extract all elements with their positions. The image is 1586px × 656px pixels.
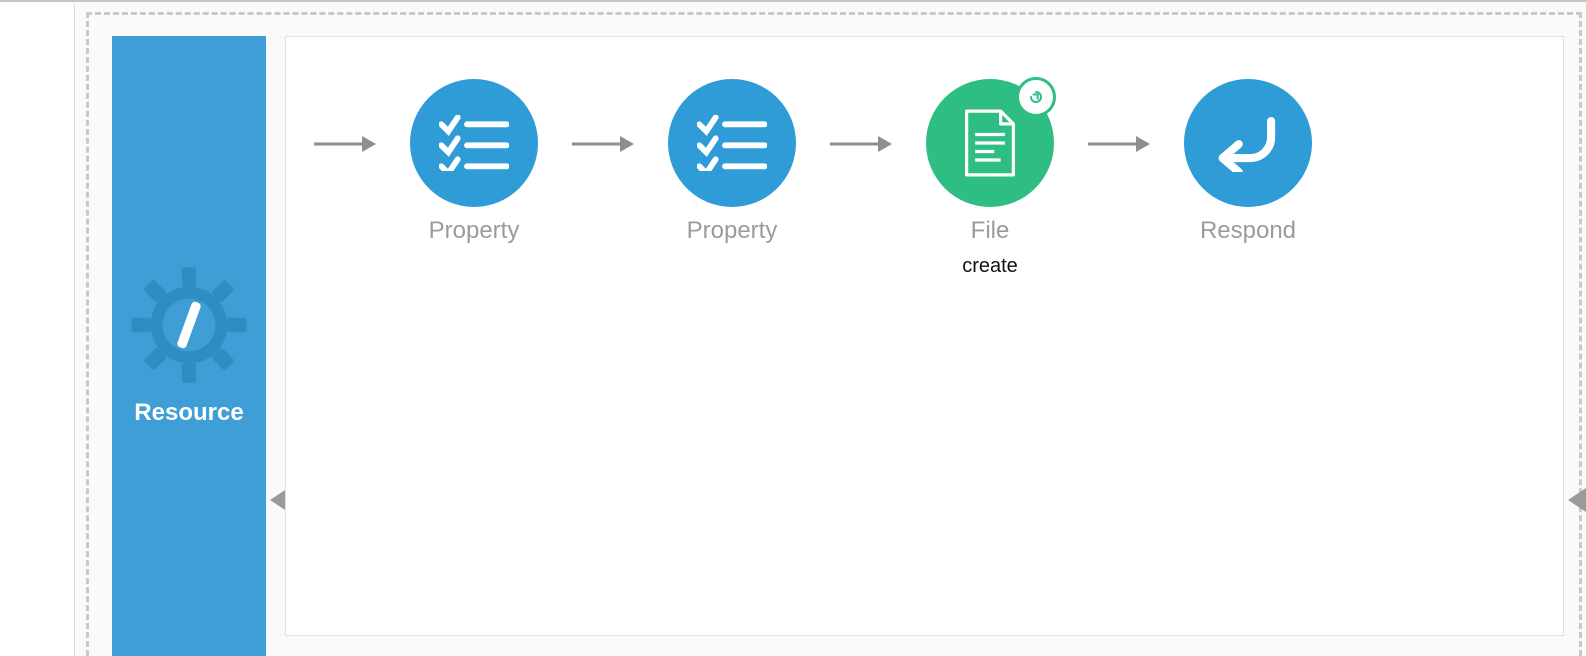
checklist-icon [410, 79, 538, 207]
return-arrow-icon [1184, 79, 1312, 207]
flow-arrow-icon [564, 79, 642, 209]
flow-node-label: Property [687, 217, 778, 245]
workflow-editor-frame: Resource [0, 0, 1586, 656]
left-gutter [0, 4, 75, 656]
flow-canvas[interactable]: Property [285, 36, 1564, 636]
flow-node-file[interactable]: File create [900, 79, 1080, 278]
file-document-icon [926, 79, 1054, 207]
flow-arrow-icon [306, 79, 384, 209]
flow-node-label: Respond [1200, 217, 1296, 245]
connector-in-icon [1566, 488, 1586, 512]
resource-card-label: Resource [134, 399, 243, 427]
connector-badge-icon [1016, 77, 1056, 117]
flow-node-property[interactable]: Property [384, 79, 564, 245]
gear-service-icon [129, 265, 249, 385]
flow-node-property[interactable]: Property [642, 79, 822, 245]
flow-node-label: Property [429, 217, 520, 245]
resource-card[interactable]: Resource [112, 36, 266, 656]
flow-node-respond[interactable]: Respond [1158, 79, 1338, 245]
checklist-icon [668, 79, 796, 207]
flow-node-label: File [971, 217, 1010, 245]
flow-node-sublabel: create [962, 255, 1018, 278]
flow-arrow-icon [822, 79, 900, 209]
flow-row: Property [306, 79, 1338, 278]
flow-arrow-icon [1080, 79, 1158, 209]
